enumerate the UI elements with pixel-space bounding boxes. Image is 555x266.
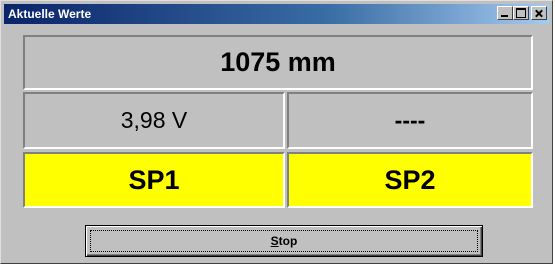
stop-button[interactable]: Stop bbox=[85, 225, 483, 257]
stop-button-label: Stop bbox=[271, 234, 298, 248]
secondary-readout: ---- bbox=[287, 92, 533, 149]
title-bar[interactable]: Aktuelle Werte bbox=[4, 4, 549, 24]
stop-label-rest: top bbox=[278, 234, 298, 248]
distance-readout: 1075 mm bbox=[23, 35, 533, 90]
setpoint-1-indicator: SP1 bbox=[23, 152, 285, 208]
stop-mnemonic: S bbox=[270, 234, 279, 248]
values-window: Aktuelle Werte 1075 mm 3,98 V ---- SP1 S… bbox=[0, 0, 553, 264]
title-bar-buttons bbox=[497, 6, 547, 22]
window-title: Aktuelle Werte bbox=[8, 7, 92, 21]
voltage-readout: 3,98 V bbox=[23, 92, 285, 149]
minimize-icon[interactable] bbox=[497, 6, 513, 20]
setpoint-2-indicator: SP2 bbox=[287, 152, 533, 208]
close-icon[interactable] bbox=[531, 6, 547, 20]
maximize-icon[interactable] bbox=[513, 6, 529, 20]
